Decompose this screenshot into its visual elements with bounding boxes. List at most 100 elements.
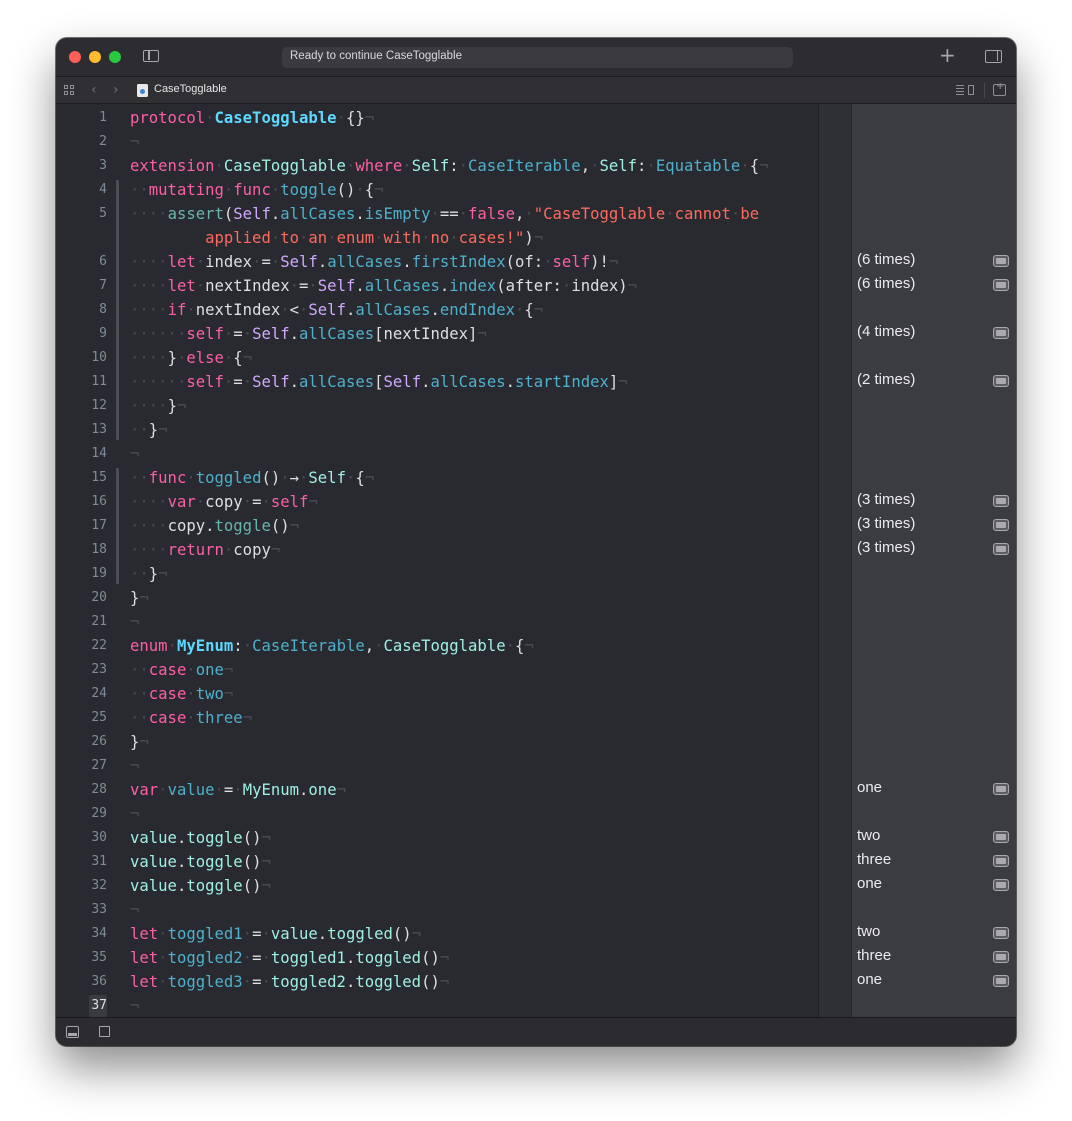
add-editor-icon[interactable] bbox=[993, 81, 1006, 96]
line-number[interactable]: 37 bbox=[76, 994, 107, 1018]
result-value[interactable]: two bbox=[857, 920, 880, 944]
code-text[interactable]: ¬ bbox=[130, 802, 139, 826]
line-number[interactable]: 14 bbox=[76, 442, 107, 466]
quick-look-icon[interactable] bbox=[993, 495, 1009, 507]
code-text[interactable]: ····let·index·=·Self.allCases.firstIndex… bbox=[130, 250, 618, 274]
code-text[interactable]: ····return·copy¬ bbox=[130, 538, 280, 562]
code-text[interactable]: ····var·copy·=·self¬ bbox=[130, 490, 318, 514]
line-number[interactable]: 4 bbox=[76, 178, 107, 202]
line-number[interactable]: 18 bbox=[76, 538, 107, 562]
code-text[interactable]: var·value·=·MyEnum.one¬ bbox=[130, 778, 346, 802]
code-text[interactable]: ··}¬ bbox=[130, 562, 168, 586]
code-text[interactable]: let·toggled3·=·toggled2.toggled()¬ bbox=[130, 970, 449, 994]
line-number[interactable]: 10 bbox=[76, 346, 107, 370]
line-number[interactable]: 11 bbox=[76, 370, 107, 394]
line-number[interactable]: 2 bbox=[76, 130, 107, 154]
line-number[interactable]: 20 bbox=[76, 586, 107, 610]
line-number[interactable]: 24 bbox=[76, 682, 107, 706]
code-text[interactable]: applied·to·an·enum·with·no·cases!")¬ bbox=[130, 226, 543, 250]
result-value[interactable]: one bbox=[857, 872, 882, 896]
result-value[interactable]: three bbox=[857, 848, 891, 872]
code-line[interactable]: 3 extension·CaseTogglable·where·Self:·Cas… bbox=[56, 154, 1016, 178]
line-number[interactable]: 21 bbox=[76, 610, 107, 634]
code-line[interactable]: 15 ··func·toggled()·→·Self·{¬ bbox=[56, 466, 1016, 490]
code-line[interactable]: 14 ¬ bbox=[56, 442, 1016, 466]
code-line[interactable]: 12 ····}¬ bbox=[56, 394, 1016, 418]
result-value[interactable]: (3 times) bbox=[857, 512, 915, 536]
code-line[interactable]: 20}¬ bbox=[56, 586, 1016, 610]
result-value[interactable]: two bbox=[857, 824, 880, 848]
quick-look-icon[interactable] bbox=[993, 255, 1009, 267]
code-line[interactable]: 37 ¬ bbox=[56, 994, 1016, 1018]
code-line[interactable]: 19 ··}¬ bbox=[56, 562, 1016, 586]
line-number[interactable]: 9 bbox=[76, 322, 107, 346]
chevron-left-icon[interactable]: ‹ bbox=[91, 81, 97, 99]
line-number[interactable]: 36 bbox=[76, 970, 107, 994]
code-line[interactable]: 26}¬ bbox=[56, 730, 1016, 754]
result-value[interactable]: (3 times) bbox=[857, 536, 915, 560]
quick-look-icon[interactable] bbox=[993, 375, 1009, 387]
line-number[interactable]: 22 bbox=[76, 634, 107, 658]
code-text[interactable]: ¬ bbox=[130, 442, 139, 466]
code-text[interactable]: ··func·toggled()·→·Self·{¬ bbox=[130, 466, 374, 490]
code-text[interactable]: ····let·nextIndex·=·Self.allCases.index(… bbox=[130, 274, 637, 298]
code-line[interactable]: 24 ··case·two¬ bbox=[56, 682, 1016, 706]
zoom-window-button[interactable] bbox=[109, 51, 121, 63]
code-text[interactable]: ··case·one¬ bbox=[130, 658, 233, 682]
code-line[interactable]: 2 ¬ bbox=[56, 130, 1016, 154]
code-text[interactable]: ······self·=·Self.allCases[nextIndex]¬ bbox=[130, 322, 487, 346]
code-text[interactable]: value.toggle()¬ bbox=[130, 850, 271, 874]
code-text[interactable]: ¬ bbox=[130, 130, 139, 154]
line-number[interactable]: 27 bbox=[76, 754, 107, 778]
code-line[interactable]: 1 protocol·CaseTogglable·{}¬ bbox=[56, 106, 1016, 130]
line-number[interactable]: 19 bbox=[76, 562, 107, 586]
code-text[interactable]: ····copy.toggle()¬ bbox=[130, 514, 299, 538]
quick-look-icon[interactable] bbox=[993, 543, 1009, 555]
quick-look-icon[interactable] bbox=[993, 927, 1009, 939]
quick-look-icon[interactable] bbox=[993, 855, 1009, 867]
code-text[interactable]: ¬ bbox=[130, 754, 139, 778]
line-number[interactable]: 5 bbox=[76, 202, 107, 226]
line-number[interactable]: 32 bbox=[76, 874, 107, 898]
code-text[interactable]: value.toggle()¬ bbox=[130, 826, 271, 850]
code-line[interactable]: 29 ¬ bbox=[56, 802, 1016, 826]
line-number[interactable]: 16 bbox=[76, 490, 107, 514]
code-text[interactable]: let·toggled2·=·toggled1.toggled()¬ bbox=[130, 946, 449, 970]
grid-icon[interactable] bbox=[64, 85, 76, 97]
code-text[interactable]: ··}¬ bbox=[130, 418, 168, 442]
result-value[interactable]: (6 times) bbox=[857, 248, 915, 272]
code-line[interactable]: 8 ····if·nextIndex·<·Self.allCases.endInd… bbox=[56, 298, 1016, 322]
line-number[interactable]: 31 bbox=[76, 850, 107, 874]
minimize-window-button[interactable] bbox=[89, 51, 101, 63]
line-number[interactable]: 12 bbox=[76, 394, 107, 418]
code-text[interactable]: ······self·=·Self.allCases[Self.allCases… bbox=[130, 370, 628, 394]
code-text[interactable]: ····assert(Self.allCases.isEmpty·==·fals… bbox=[130, 202, 759, 226]
code-text[interactable]: ····}·else·{¬ bbox=[130, 346, 252, 370]
result-value[interactable]: (4 times) bbox=[857, 320, 915, 344]
code-text[interactable]: }¬ bbox=[130, 730, 149, 754]
line-number[interactable]: 17 bbox=[76, 514, 107, 538]
code-text[interactable]: ··case·three¬ bbox=[130, 706, 252, 730]
code-text[interactable]: ¬ bbox=[130, 610, 139, 634]
quick-look-icon[interactable] bbox=[993, 975, 1009, 987]
chevron-right-icon[interactable]: › bbox=[113, 81, 119, 99]
code-text[interactable]: ··mutating·func·toggle()·{¬ bbox=[130, 178, 384, 202]
code-text[interactable]: ¬ bbox=[130, 994, 139, 1018]
code-text[interactable]: ¬ bbox=[130, 898, 139, 922]
quick-look-icon[interactable] bbox=[993, 831, 1009, 843]
stop-icon[interactable] bbox=[99, 1026, 110, 1037]
code-line[interactable]: applied·to·an·enum·with·no·cases!")¬ bbox=[56, 226, 1016, 250]
code-line[interactable]: 5 ····assert(Self.allCases.isEmpty·==·fal… bbox=[56, 202, 1016, 226]
line-number[interactable]: 1 bbox=[76, 106, 107, 130]
result-value[interactable]: three bbox=[857, 944, 891, 968]
code-line[interactable]: 22 enum·MyEnum:·CaseIterable,·CaseTogglab… bbox=[56, 634, 1016, 658]
quick-look-icon[interactable] bbox=[993, 783, 1009, 795]
code-text[interactable]: ····if·nextIndex·<·Self.allCases.endInde… bbox=[130, 298, 543, 322]
inspector-toggle-icon[interactable] bbox=[985, 50, 1002, 63]
code-text[interactable]: extension·CaseTogglable·where·Self:·Case… bbox=[130, 154, 769, 178]
code-line[interactable]: 4 ··mutating·func·toggle()·{¬ bbox=[56, 178, 1016, 202]
quick-look-icon[interactable] bbox=[993, 519, 1009, 531]
code-line[interactable]: 25 ··case·three¬ bbox=[56, 706, 1016, 730]
result-value[interactable]: (6 times) bbox=[857, 272, 915, 296]
line-number[interactable]: 30 bbox=[76, 826, 107, 850]
